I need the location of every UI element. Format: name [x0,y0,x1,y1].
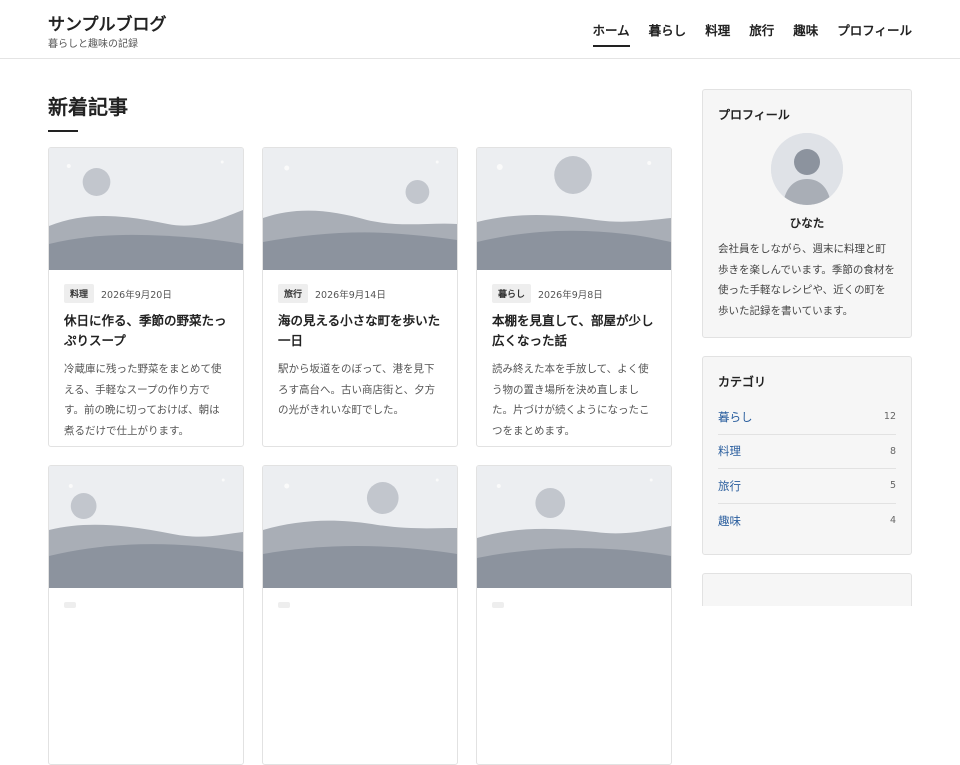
category-widget: カテゴリ 暮らし 12 料理 8 旅行 5 趣味 4 [702,356,912,555]
post-grid: 料理 2026年9月20日 休日に作る、季節の野菜たっぷりスープ 冷蔵庫に残った… [48,147,672,765]
post-title[interactable] [64,616,228,656]
category-count: 12 [883,411,896,423]
category-item-kurashi[interactable]: 暮らし 12 [718,400,896,435]
sidebar: プロフィール ひなた 会社員をしながら、週末に料理と町歩きを楽しんでいます。季節… [702,89,912,606]
nav-item-ryouri[interactable]: 料理 [705,20,730,47]
nav-item-ryokou[interactable]: 旅行 [749,20,774,47]
next-widget [702,573,912,606]
site-tagline: 暮らしと趣味の記録 [48,39,138,50]
category-link[interactable]: 料理 [718,443,741,459]
profile-widget-title: プロフィール [718,108,790,122]
site-header: サンプルブログ 暮らしと趣味の記録 ホーム 暮らし 料理 旅行 趣味 プロフィー… [0,0,960,59]
post-thumbnail[interactable] [477,466,671,588]
post-title[interactable] [492,616,656,656]
post-thumbnail[interactable] [263,148,457,270]
category-badge[interactable]: 旅行 [278,284,309,303]
category-item-shumi[interactable]: 趣味 4 [718,504,896,539]
section-title: 新着記事 [48,95,128,119]
category-badge[interactable] [492,602,504,608]
post-title[interactable]: 本棚を見直して、部屋が少し広くなった話 [492,311,656,351]
post-title[interactable]: 海の見える小さな町を歩いた一日 [278,311,442,351]
nav-item-home[interactable]: ホーム [592,20,630,47]
nav-item-shumi[interactable]: 趣味 [793,20,818,47]
nav-item-kurashi[interactable]: 暮らし [649,20,687,47]
post-thumbnail[interactable] [477,148,671,270]
avatar-icon [771,133,843,205]
category-item-ryouri[interactable]: 料理 8 [718,435,896,469]
post-thumbnail[interactable] [49,466,243,588]
category-count: 5 [889,480,896,492]
post-card[interactable]: 料理 2026年9月20日 休日に作る、季節の野菜たっぷりスープ 冷蔵庫に残った… [48,147,244,447]
post-card[interactable] [48,465,244,765]
category-badge[interactable]: 暮らし [492,284,532,303]
category-count: 4 [889,515,896,527]
category-count: 8 [889,445,896,457]
post-date: 2026年9月8日 [538,289,603,301]
category-badge[interactable] [278,602,290,608]
category-link[interactable]: 旅行 [718,478,741,494]
post-card[interactable] [262,465,458,765]
profile-widget: プロフィール ひなた 会社員をしながら、週末に料理と町歩きを楽しんでいます。季節… [702,89,912,338]
category-link[interactable]: 趣味 [718,513,741,529]
post-excerpt: 駅から坂道をのぼって、港を見下ろす高台へ。古い商店街と、夕方の光がきれいな町でし… [278,363,436,416]
post-card[interactable]: 暮らし 2026年9月8日 本棚を見直して、部屋が少し広くなった話 読み終えた本… [476,147,672,447]
post-card[interactable]: 旅行 2026年9月14日 海の見える小さな町を歩いた一日 駅から坂道をのぼって… [262,147,458,447]
category-item-ryokou[interactable]: 旅行 5 [718,469,896,504]
category-badge[interactable]: 料理 [64,284,95,303]
post-date: 2026年9月14日 [315,289,386,301]
section-title-rule [48,130,78,132]
post-card[interactable] [476,465,672,765]
site-title[interactable]: サンプルブログ [48,10,167,35]
main-nav: ホーム 暮らし 料理 旅行 趣味 プロフィール [592,20,912,47]
nav-item-profile[interactable]: プロフィール [837,20,912,47]
post-excerpt: 冷蔵庫に残った野菜をまとめて使える、手軽なスープの作り方です。前の晩に切っておけ… [64,363,222,437]
profile-bio: 会社員をしながら、週末に料理と町歩きを楽しんでいます。季節の食材を使った手軽なレ… [718,243,895,317]
post-thumbnail[interactable] [49,148,243,270]
post-excerpt: 読み終えた本を手放して、よく使う物の置き場所を決め直しました。片づけが続くように… [492,363,650,437]
category-link[interactable]: 暮らし [718,409,753,425]
category-badge[interactable] [64,602,76,608]
post-thumbnail[interactable] [263,466,457,588]
category-list: 暮らし 12 料理 8 旅行 5 趣味 4 [718,400,896,538]
post-date: 2026年9月20日 [101,289,172,301]
main-content: 新着記事 料理 2026年9月20日 休日に作る、季節の野菜たっぷりスープ 冷蔵… [48,59,672,765]
category-widget-title: カテゴリ [718,375,767,389]
post-title[interactable] [278,616,442,656]
profile-name: ひなた [789,216,825,230]
post-title[interactable]: 休日に作る、季節の野菜たっぷりスープ [64,311,228,351]
